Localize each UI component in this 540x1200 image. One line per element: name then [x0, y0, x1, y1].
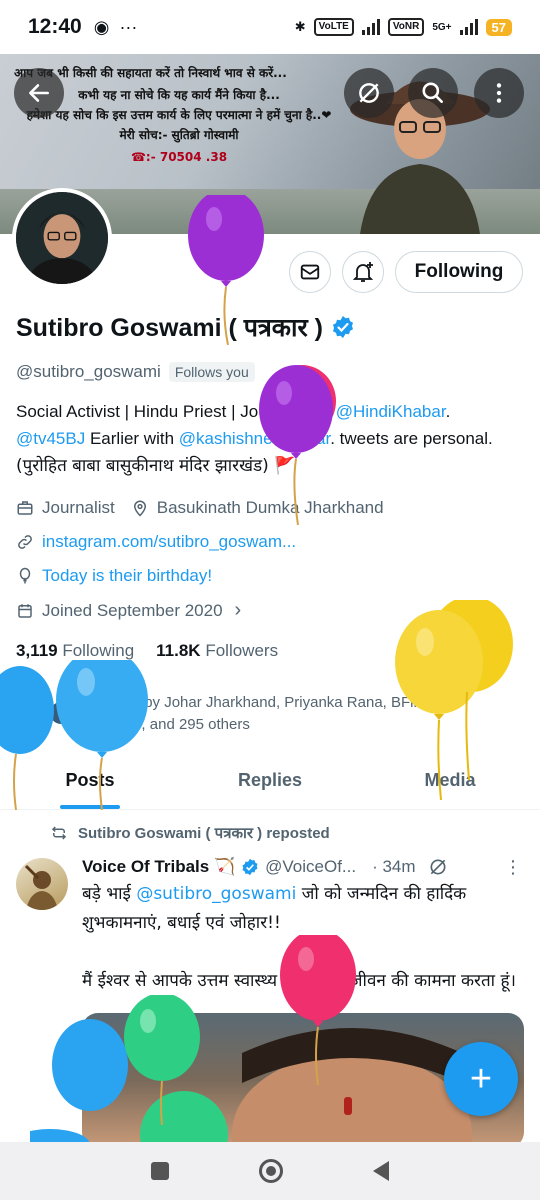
signal-icon-1 — [361, 19, 380, 35]
profile-birthday-row: Today is their birthday! — [16, 566, 212, 586]
mail-icon — [300, 264, 320, 280]
bell-plus-icon — [352, 262, 374, 282]
slash-circle-icon — [359, 83, 379, 103]
back-button[interactable] — [14, 68, 64, 118]
followers-stat[interactable]: 11.8K Followers — [156, 641, 278, 661]
balloon-icon — [19, 567, 31, 584]
slash-circle-icon[interactable] — [428, 857, 448, 877]
follows-you-badge: Follows you — [168, 362, 255, 382]
birthday-text: Today is their birthday! — [42, 566, 213, 585]
calendar-icon — [18, 603, 32, 618]
vonr-chip: VoNR — [387, 18, 425, 36]
post-author-avatar[interactable] — [16, 858, 68, 910]
mention-link[interactable]: @HindiKhabar — [336, 402, 446, 421]
profile-website-row: instagram.com/sutibro_goswam... — [16, 532, 296, 552]
link-icon — [18, 535, 32, 549]
mention-link[interactable]: @tv45BJ — [16, 429, 85, 448]
post-header: Voice Of Tribals 🏹 @VoiceOf... · 34m ⋮ — [82, 857, 522, 877]
verified-badge-icon — [242, 858, 258, 876]
message-button[interactable] — [289, 251, 331, 293]
network-type: 5G+ — [432, 21, 452, 33]
search-button[interactable] — [408, 68, 458, 118]
plus-icon: + — [469, 1057, 493, 1100]
tab-replies[interactable]: Replies — [180, 758, 360, 809]
handle-row: @sutibro_goswami Follows you — [16, 362, 255, 382]
follow-stats: 3,119 Following 11.8K Followers — [16, 641, 278, 661]
search-icon — [422, 82, 443, 103]
profile-avatar[interactable] — [12, 188, 112, 288]
post-more-icon[interactable]: ⋮ — [504, 858, 522, 876]
following-button[interactable]: Following — [395, 251, 523, 293]
mention-link[interactable]: @sutibro_goswami — [136, 884, 296, 904]
profile-handle: @sutibro_goswami — [16, 362, 161, 381]
repost-icon — [51, 826, 67, 840]
balloon-pink — [280, 935, 356, 1085]
banner-quote: आप जब भी किसी की सहायता करें तो निस्वार्… — [14, 66, 332, 164]
more-button[interactable] — [474, 68, 524, 118]
home-button[interactable] — [259, 1159, 283, 1183]
notify-button[interactable] — [342, 251, 384, 293]
verified-badge-icon — [332, 316, 353, 338]
more-notifications-icon: ··· — [119, 16, 138, 37]
balloon-purple-2 — [259, 365, 336, 525]
grok-button[interactable] — [344, 68, 394, 118]
notification-app-icon: ◉ — [93, 16, 110, 37]
balloon-cluster-bottom — [30, 995, 228, 1145]
arrow-left-icon — [29, 84, 49, 102]
repost-indicator: Sutibro Goswami ( पत्रकार ) reposted — [50, 823, 330, 843]
system-nav-bar — [0, 1142, 540, 1200]
location-pin-icon — [133, 500, 146, 517]
following-stat[interactable]: 3,119 Following — [16, 641, 134, 661]
balloon-purple-1 — [188, 195, 264, 345]
balloon-blue-pair — [0, 660, 148, 810]
battery-indicator: 57 — [485, 18, 512, 36]
compose-button[interactable]: + — [444, 1042, 518, 1116]
website-link[interactable]: instagram.com/sutibro_goswam... — [42, 532, 296, 552]
recents-button[interactable] — [151, 1162, 169, 1180]
bluetooth-icon: ✱ — [294, 19, 306, 34]
post-author-name[interactable]: Voice Of Tribals 🏹 — [82, 857, 235, 877]
balloon-yellow-pair — [395, 600, 513, 800]
post-author-handle: @VoiceOf... — [265, 857, 357, 876]
profile-joined-row[interactable]: Joined September 2020 › — [16, 599, 241, 622]
joined-date: Joined September 2020 — [42, 600, 223, 620]
status-bar: 12:40 ◉ ··· ✱ VoLTE VoNR 5G+ 57 — [0, 0, 540, 54]
volte-chip: VoLTE — [313, 18, 354, 36]
more-vertical-icon — [496, 83, 502, 103]
signal-icon-2 — [459, 19, 478, 35]
back-nav-button[interactable] — [373, 1161, 389, 1181]
clock: 12:40 — [28, 15, 82, 38]
briefcase-icon — [17, 501, 33, 515]
avatar-image — [16, 192, 108, 284]
profile-category: Journalist — [42, 498, 115, 517]
post-time: · 34m — [372, 857, 416, 876]
chevron-right-icon: › — [234, 599, 242, 621]
